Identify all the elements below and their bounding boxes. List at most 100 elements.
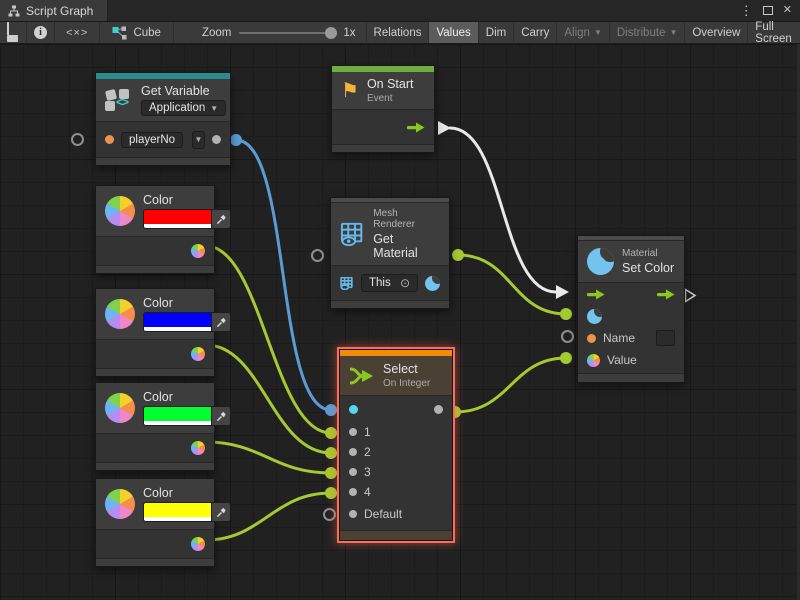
connection-playerno-select[interactable] <box>236 140 331 410</box>
connection-endpoint <box>325 467 337 479</box>
mesh-renderer-icon <box>340 222 365 247</box>
name-text-input[interactable] <box>656 330 675 346</box>
toolbar-button-align[interactable]: Align▼ <box>557 22 610 43</box>
eyedropper-icon[interactable] <box>211 313 230 331</box>
color-output-port[interactable] <box>191 244 205 258</box>
node-get-variable[interactable]: <> Get Variable Application ▼ playerNo ▼ <box>95 72 231 166</box>
value-input-port[interactable] <box>587 354 600 367</box>
node-select[interactable]: Select On Integer 1 2 3 4 <box>339 349 453 541</box>
graph-toolbar: i <×> Cube Zoom 1x Relations Values Dim … <box>0 22 800 44</box>
color-swatch-field[interactable] <box>143 406 231 426</box>
material-input-port[interactable] <box>587 309 602 324</box>
node-title: Color <box>143 296 231 310</box>
node-subtitle: On Integer <box>383 378 430 389</box>
color-output-port[interactable] <box>191 347 205 361</box>
zoom-slider-handle[interactable] <box>325 27 337 39</box>
option-label: 1 <box>364 425 371 439</box>
zoom-control: Zoom 1x <box>174 22 367 43</box>
node-color-yellow[interactable]: Color <box>95 478 215 567</box>
variable-name-dropdown-button[interactable]: ▼ <box>192 131 205 149</box>
target-port-icon[interactable] <box>340 277 354 290</box>
maximize-icon[interactable] <box>763 6 773 15</box>
option-port-default[interactable] <box>349 510 357 518</box>
eyedropper-icon[interactable] <box>211 407 230 425</box>
event-flag-icon: ⚑ <box>341 81 359 101</box>
option-port-1[interactable] <box>349 428 357 436</box>
node-get-material[interactable]: Mesh Renderer Get Material This ⊙ <box>330 197 450 309</box>
color-swatch-field[interactable] <box>143 209 231 229</box>
select-output-port[interactable] <box>434 405 443 414</box>
node-title: Get Variable <box>141 84 226 98</box>
eyedropper-icon[interactable] <box>211 210 230 228</box>
value-port[interactable] <box>105 135 114 144</box>
option-port-4[interactable] <box>349 488 357 496</box>
option-port-3[interactable] <box>349 468 357 476</box>
flow-output-port[interactable] <box>657 289 675 300</box>
option-label: 4 <box>364 485 371 499</box>
node-category: Material <box>622 248 674 259</box>
toolbar-button-overview[interactable]: Overview <box>685 22 748 43</box>
graph-hierarchy-icon <box>8 5 20 17</box>
node-footer <box>96 462 214 470</box>
node-on-start[interactable]: ⚑ On Start Event <box>331 65 435 153</box>
close-icon[interactable]: ✕ <box>783 5 792 16</box>
connection-onstart-setcolor[interactable] <box>450 128 556 292</box>
toolbar-button-dim[interactable]: Dim <box>479 22 514 43</box>
variable-scope-dropdown[interactable]: Application ▼ <box>141 100 226 116</box>
toolbar-button-relations[interactable]: Relations <box>367 22 430 43</box>
window-menu-icon[interactable]: ⋮ <box>740 4 753 17</box>
open-port-select-default[interactable] <box>323 508 336 521</box>
toolbar-button-distribute[interactable]: Distribute▼ <box>610 22 686 43</box>
node-color-blue[interactable]: Color <box>95 288 215 377</box>
open-port-get-variable-fallback[interactable] <box>71 133 84 146</box>
flow-arrowhead <box>556 285 569 299</box>
graph-target-button[interactable]: Cube <box>100 22 174 43</box>
option-label: 3 <box>364 465 371 479</box>
color-swatch <box>144 407 211 421</box>
connection-getmaterial-setcolor[interactable] <box>458 255 566 314</box>
connection-color3-select[interactable] <box>206 442 331 473</box>
open-port-setcolor-name[interactable] <box>561 330 574 343</box>
color-swatch-field[interactable] <box>143 312 231 332</box>
selector-input-port[interactable] <box>349 405 358 414</box>
toolbar-button-values[interactable]: Values <box>429 22 478 43</box>
eyedropper-icon[interactable] <box>211 503 230 521</box>
flow-output-port[interactable] <box>407 122 425 133</box>
target-field[interactable]: This ⊙ <box>361 274 418 292</box>
open-port-get-material-target[interactable] <box>311 249 324 262</box>
node-color-red[interactable]: Color <box>95 185 215 274</box>
code-view-icon: <×> <box>66 27 88 39</box>
connection-endpoint <box>325 487 337 499</box>
color-wheel-icon <box>105 393 135 423</box>
chevron-down-icon: ▼ <box>594 28 602 37</box>
option-port-2[interactable] <box>349 448 357 456</box>
name-input-port[interactable] <box>587 334 596 343</box>
object-picker-icon[interactable]: ⊙ <box>400 276 410 290</box>
node-color-green[interactable]: Color <box>95 382 215 471</box>
color-wheel-icon <box>105 489 135 519</box>
output-port[interactable] <box>212 135 221 144</box>
variable-icon: <> <box>105 88 133 112</box>
graph-canvas[interactable]: <> Get Variable Application ▼ playerNo ▼ <box>0 44 800 600</box>
info-button[interactable]: i <box>27 22 55 43</box>
toolbar-button-fullscreen[interactable]: Full Screen <box>748 22 800 43</box>
connection-endpoint <box>325 404 337 416</box>
node-set-color[interactable]: Material Set Color Name <box>577 235 685 383</box>
flow-input-port[interactable] <box>587 289 605 300</box>
tab-script-graph[interactable]: Script Graph <box>0 0 108 21</box>
material-output-port[interactable] <box>425 276 440 291</box>
color-swatch-field[interactable] <box>143 502 231 522</box>
tab-title: Script Graph <box>26 4 93 18</box>
toolbar-button-carry[interactable]: Carry <box>514 22 557 43</box>
color-output-port[interactable] <box>191 441 205 455</box>
lock-button[interactable] <box>0 22 27 43</box>
flow-arrowhead <box>438 121 451 135</box>
zoom-slider[interactable] <box>239 32 335 34</box>
color-wheel-icon <box>105 196 135 226</box>
code-view-button[interactable]: <×> <box>55 22 100 43</box>
connection-select-value[interactable] <box>455 358 566 412</box>
node-title: Color <box>143 193 231 207</box>
variable-name-field[interactable]: playerNo <box>121 132 183 148</box>
color-output-port[interactable] <box>191 537 205 551</box>
node-title: On Start <box>367 77 414 91</box>
